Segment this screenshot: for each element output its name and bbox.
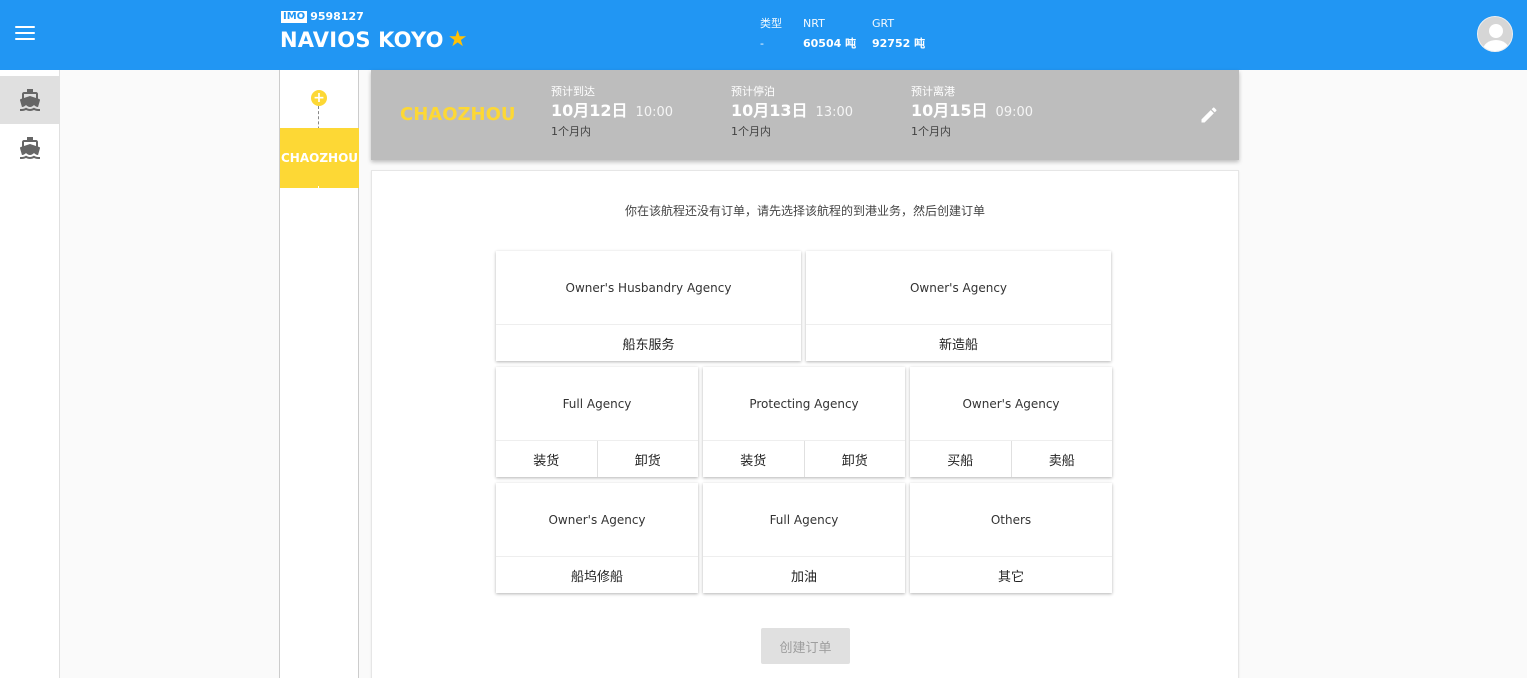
- service-others: Others 其它: [910, 483, 1112, 593]
- etd-time: 09:00: [995, 105, 1034, 120]
- etb-label: 预计停泊: [731, 85, 775, 98]
- nav-item-ship-voyage[interactable]: [0, 76, 59, 124]
- etd-label: 预计离港: [911, 85, 955, 98]
- empty-order-prompt: 你在该航程还没有订单，请先选择该航程的到港业务，然后创建订单: [624, 204, 985, 218]
- service-title: Owner's Agency: [496, 483, 698, 557]
- option-discharging[interactable]: 卸货: [596, 441, 699, 477]
- stat-value: 92752 吨: [872, 37, 926, 50]
- service-owners-husbandry-agency: Owner's Husbandry Agency 船东服务: [496, 251, 801, 361]
- option-sell-ship[interactable]: 卖船: [1010, 441, 1113, 477]
- eta-label: 预计到达: [551, 85, 595, 98]
- service-title: Full Agency: [496, 367, 698, 441]
- service-owners-agency-newbuild: Owner's Agency 新造船: [806, 251, 1111, 361]
- service-title: Owner's Husbandry Agency: [496, 251, 801, 325]
- menu-icon[interactable]: [15, 26, 35, 42]
- option-owner-service[interactable]: 船东服务: [496, 325, 801, 361]
- stat-label: 类型: [760, 17, 782, 30]
- stat-value: -: [760, 37, 764, 50]
- ship-icon: [19, 137, 40, 159]
- service-full-agency-bunkering: Full Agency 加油: [703, 483, 905, 593]
- service-title: Owner's Agency: [806, 251, 1111, 325]
- left-nav: [0, 70, 60, 678]
- stat-label: GRT: [872, 17, 895, 30]
- service-title: Owner's Agency: [910, 367, 1112, 441]
- port-tab-label: CHAOZHOU: [280, 151, 359, 165]
- order-card: 你在该航程还没有订单，请先选择该航程的到港业务，然后创建订单 Owner's H…: [371, 170, 1239, 678]
- star-icon[interactable]: ★: [448, 29, 468, 51]
- service-full-agency: Full Agency 装货 卸货: [496, 367, 698, 477]
- stat-label: NRT: [803, 17, 825, 30]
- stat-nrt: NRT 60504 吨: [803, 14, 856, 54]
- create-order-button[interactable]: 创建订单: [761, 628, 850, 664]
- etb-block: 预计停泊 10月13日 13:00 1个月内: [731, 84, 853, 140]
- eta-time: 10:00: [635, 105, 674, 120]
- port-name: CHAOZHOU: [400, 104, 516, 125]
- nav-item-ship-list[interactable]: [0, 124, 59, 172]
- timeline-connector: [318, 186, 319, 208]
- port-tab-chaozhou[interactable]: CHAOZHOU: [280, 128, 359, 208]
- etd-date: 10月15日: [911, 101, 988, 120]
- eta-range: 1个月内: [551, 125, 591, 138]
- ship-name: NAVIOS KOYO: [280, 28, 444, 52]
- etd-range: 1个月内: [911, 125, 951, 138]
- option-discharging[interactable]: 卸货: [803, 441, 906, 477]
- option-other[interactable]: 其它: [910, 557, 1112, 593]
- option-loading[interactable]: 装货: [496, 441, 597, 477]
- ship-title: NAVIOS KOYO ★: [280, 28, 468, 52]
- port-header: CHAOZHOU 预计到达 10月12日 10:00 1个月内 预计停泊 10月1…: [371, 70, 1239, 160]
- etb-time: 13:00: [815, 105, 854, 120]
- etb-date: 10月13日: [731, 101, 808, 120]
- option-buy-ship[interactable]: 买船: [910, 441, 1011, 477]
- ship-icon: [19, 89, 40, 111]
- service-title: Protecting Agency: [703, 367, 905, 441]
- option-loading[interactable]: 装货: [703, 441, 804, 477]
- etb-range: 1个月内: [731, 125, 771, 138]
- stat-type: 类型 -: [760, 14, 782, 54]
- service-owners-agency-sale: Owner's Agency 买船 卖船: [910, 367, 1112, 477]
- top-app-bar: IMO 9598127 NAVIOS KOYO ★ 类型 - NRT 60504…: [0, 0, 1527, 70]
- imo-number: 9598127: [310, 10, 364, 23]
- imo-line: IMO 9598127: [281, 10, 364, 23]
- service-protecting-agency: Protecting Agency 装货 卸货: [703, 367, 905, 477]
- imo-badge: IMO: [281, 10, 308, 23]
- option-bunkering[interactable]: 加油: [703, 557, 905, 593]
- service-title: Others: [910, 483, 1112, 557]
- edit-icon[interactable]: [1199, 105, 1219, 125]
- service-owners-agency-drydock: Owner's Agency 船坞修船: [496, 483, 698, 593]
- option-drydock-repair[interactable]: 船坞修船: [496, 557, 698, 593]
- etd-block: 预计离港 10月15日 09:00 1个月内: [911, 84, 1033, 140]
- stat-value: 60504 吨: [803, 37, 857, 50]
- port-timeline: CHAOZHOU +: [279, 70, 359, 678]
- option-newbuild[interactable]: 新造船: [806, 325, 1111, 361]
- stat-grt: GRT 92752 吨: [872, 14, 925, 54]
- eta-block: 预计到达 10月12日 10:00 1个月内: [551, 84, 673, 140]
- eta-date: 10月12日: [551, 101, 628, 120]
- avatar-icon[interactable]: [1477, 16, 1513, 52]
- add-port-button[interactable]: +: [311, 90, 327, 106]
- service-title: Full Agency: [703, 483, 905, 557]
